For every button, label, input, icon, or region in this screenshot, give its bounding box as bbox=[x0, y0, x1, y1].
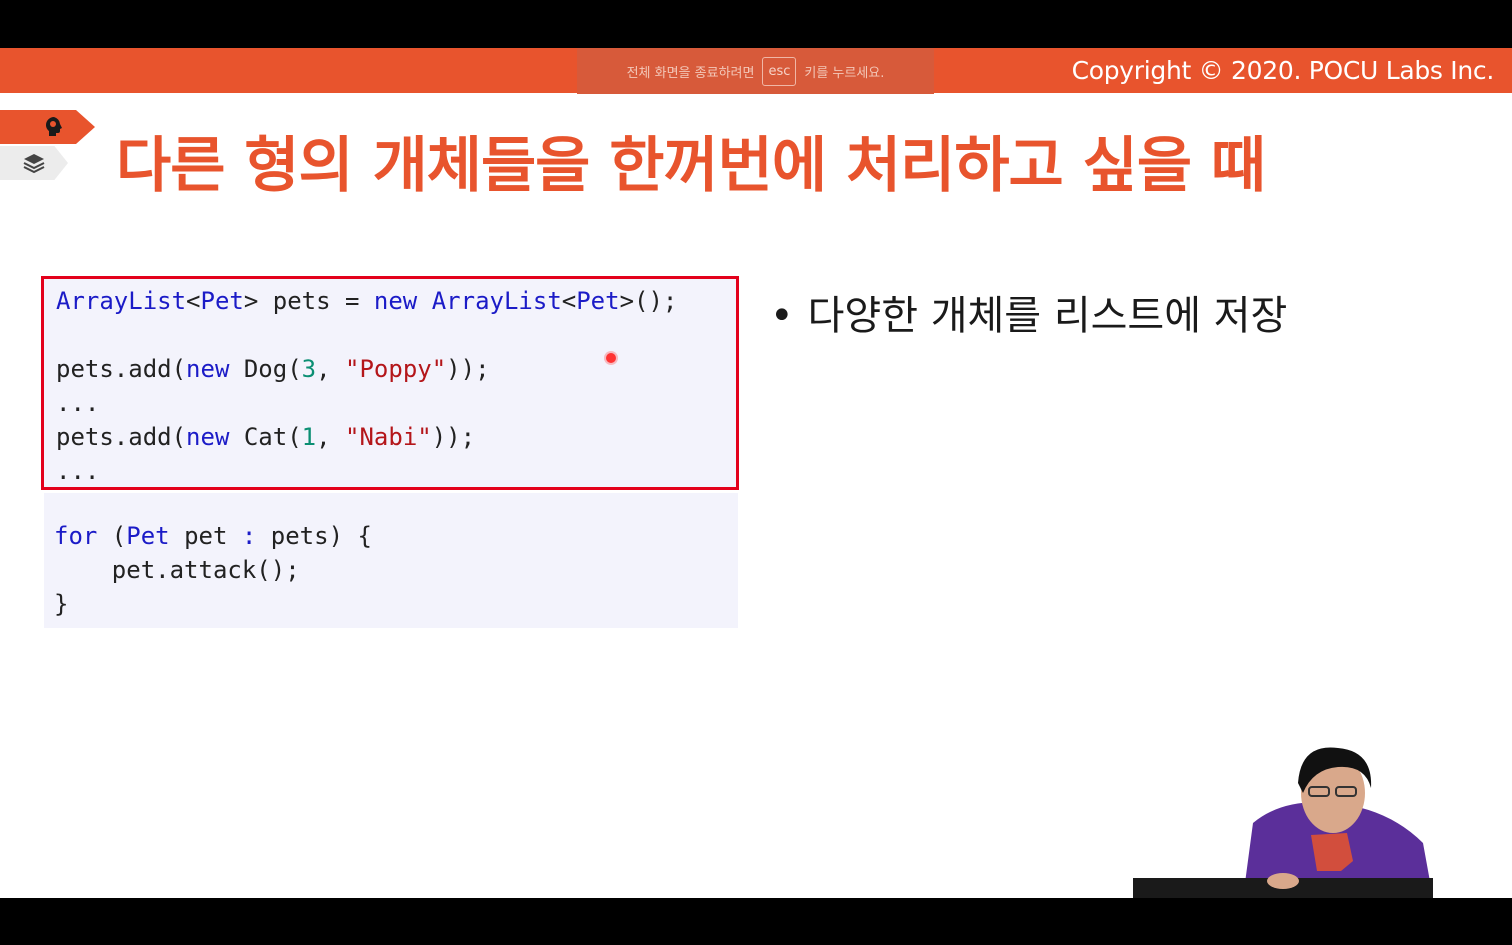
code-snippet-loop: for (Pet pet : pets) { pet.attack(); } bbox=[54, 522, 372, 618]
bullet-item: 다양한 개체를 리스트에 저장 bbox=[770, 288, 1288, 344]
code-block-loop: for (Pet pet : pets) { pet.attack(); } bbox=[44, 493, 738, 628]
bullet-list: 다양한 개체를 리스트에 저장 bbox=[770, 288, 1288, 344]
toast-text-after: 키를 누르세요. bbox=[804, 65, 885, 81]
slide: 전체 화면을 종료하려면 esc 키를 누르세요. Copyright © 20… bbox=[0, 48, 1512, 898]
presenter-video bbox=[1133, 747, 1433, 898]
esc-key-label: esc bbox=[762, 56, 797, 86]
copyright-text: Copyright © 2020. POCU Labs Inc. bbox=[1071, 56, 1495, 85]
header-band: 전체 화면을 종료하려면 esc 키를 누르세요. Copyright © 20… bbox=[0, 48, 1512, 94]
fullscreen-exit-toast: 전체 화면을 종료하려면 esc 키를 누르세요. bbox=[577, 48, 934, 94]
letterbox-bottom bbox=[0, 898, 1512, 945]
concept-tag bbox=[0, 110, 95, 144]
slide-title: 다른 형의 개체들을 한꺼번에 처리하고 싶을 때 bbox=[116, 131, 1266, 201]
toast-text-before: 전체 화면을 종료하려면 bbox=[626, 65, 755, 81]
laser-pointer-dot bbox=[606, 353, 616, 363]
code-block-highlighted: ArrayList<Pet> pets = new ArrayList<Pet>… bbox=[41, 276, 739, 490]
code-snippet: ArrayList<Pet> pets = new ArrayList<Pet>… bbox=[56, 287, 678, 485]
reference-tag bbox=[0, 146, 68, 180]
layers-icon bbox=[23, 154, 45, 174]
brain-head-icon bbox=[46, 117, 62, 136]
